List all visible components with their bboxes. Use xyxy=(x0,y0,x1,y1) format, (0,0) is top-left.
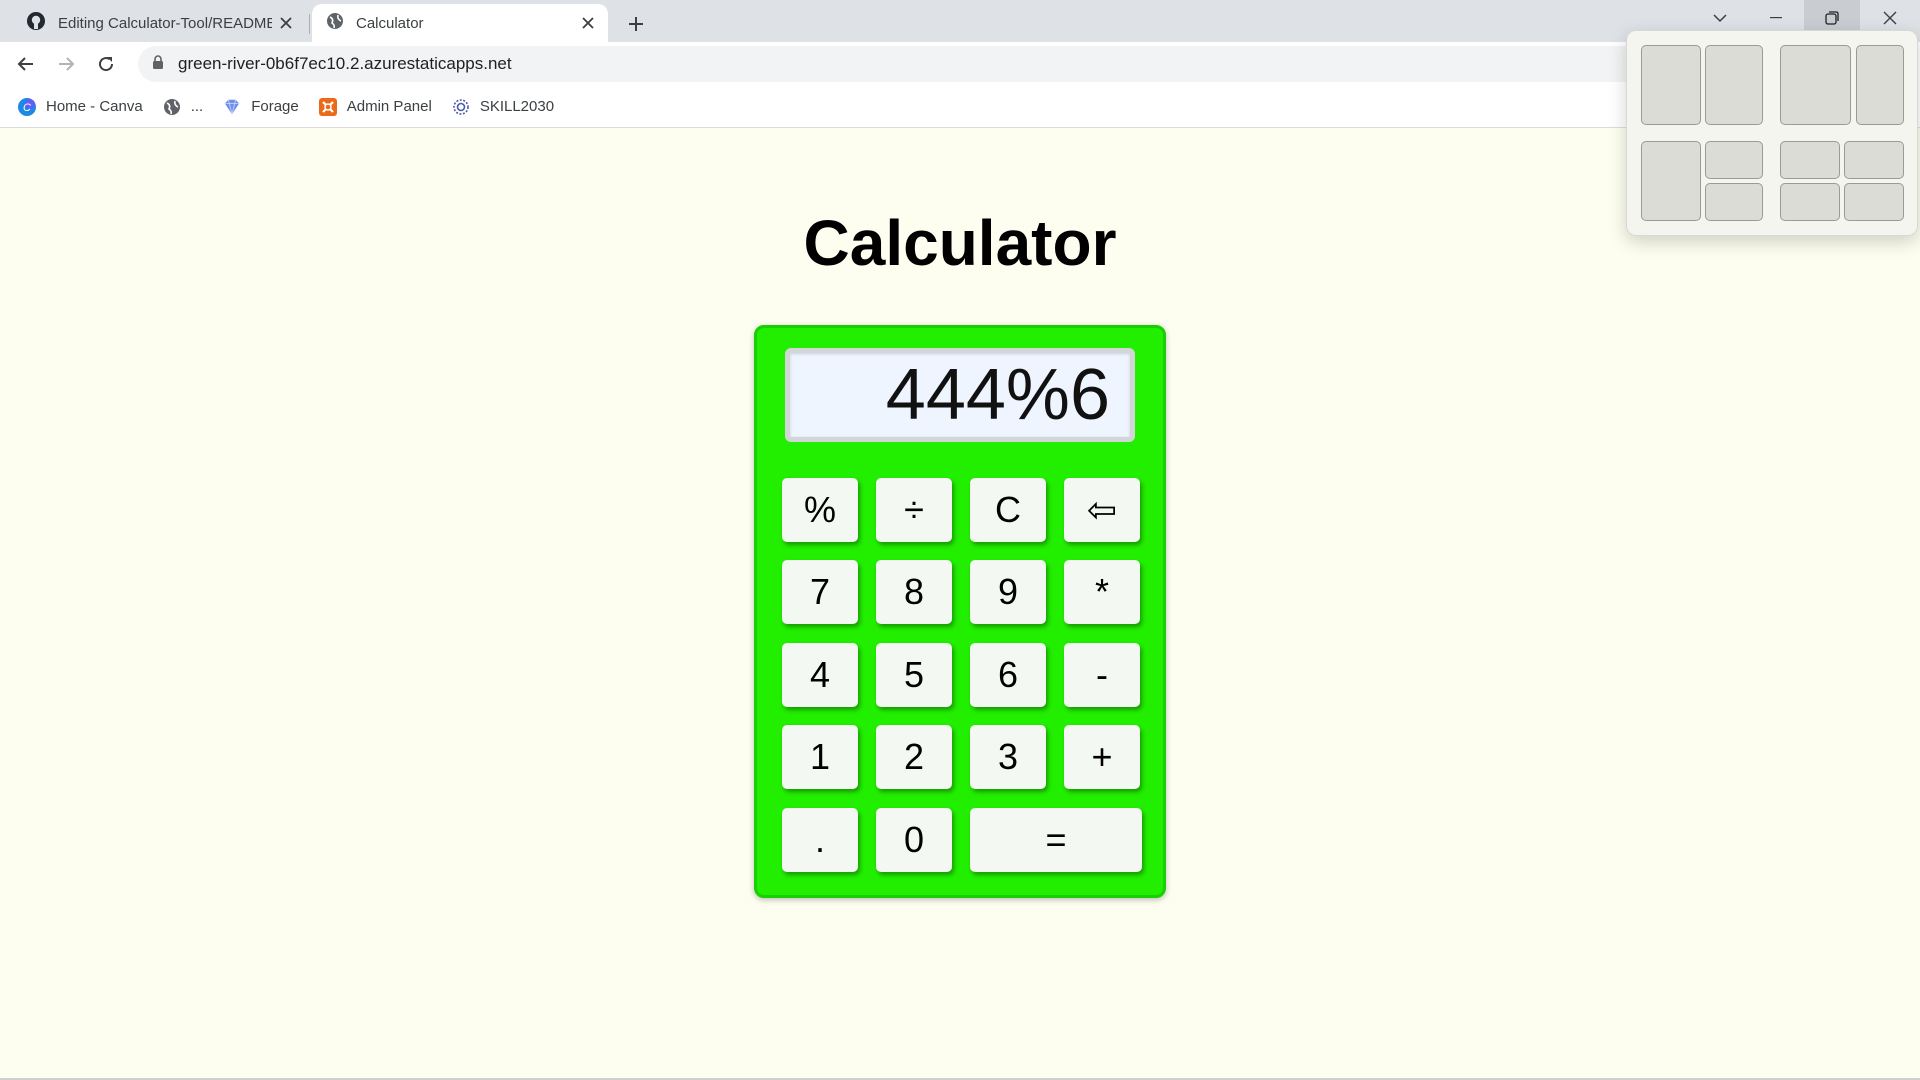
tab-calculator[interactable]: Calculator xyxy=(312,4,608,42)
multiply-button[interactable]: * xyxy=(1064,560,1140,624)
bookmark-skill2030[interactable]: SKILL2030 xyxy=(452,98,554,116)
bookmark-admin-panel[interactable]: Admin Panel xyxy=(318,97,432,116)
tab-separator xyxy=(309,14,310,34)
divide-button[interactable]: ÷ xyxy=(876,478,952,542)
svg-text:C: C xyxy=(23,102,31,114)
calculator-body: 444%6 % ÷ C ⇦ 7 8 9 * 4 5 6 - 1 2 3 + . … xyxy=(754,325,1166,898)
plus-button[interactable]: + xyxy=(1064,725,1140,789)
minus-button[interactable]: - xyxy=(1064,643,1140,707)
snap-zone-narrow-right[interactable] xyxy=(1856,45,1904,125)
snap-zone-quad-2[interactable] xyxy=(1844,141,1904,179)
canva-icon: C xyxy=(18,97,36,116)
digit-3-button[interactable]: 3 xyxy=(970,725,1046,789)
globe-icon xyxy=(326,12,344,34)
backspace-button[interactable]: ⇦ xyxy=(1064,478,1140,542)
tab-title: Editing Calculator-Tool/README.md xyxy=(58,14,272,32)
snap-zone-half-right[interactable] xyxy=(1705,45,1763,125)
tab-editing-readme[interactable]: Editing Calculator-Tool/README.md xyxy=(10,4,306,42)
digit-1-button[interactable]: 1 xyxy=(782,725,858,789)
digit-2-button[interactable]: 2 xyxy=(876,725,952,789)
close-tab-icon[interactable] xyxy=(574,9,602,37)
address-bar[interactable]: green-river-0b6f7ec10.2.azurestaticapps.… xyxy=(138,46,1858,82)
reload-button[interactable] xyxy=(90,48,122,80)
lock-icon[interactable] xyxy=(152,54,164,74)
digit-6-button[interactable]: 6 xyxy=(970,643,1046,707)
forward-button[interactable] xyxy=(50,48,82,80)
digit-7-button[interactable]: 7 xyxy=(782,560,858,624)
snap-zone-quad-1[interactable] xyxy=(1780,141,1840,179)
calculator-display: 444%6 xyxy=(785,348,1135,442)
percent-button[interactable]: % xyxy=(782,478,858,542)
close-tab-icon[interactable] xyxy=(272,9,300,37)
decimal-button[interactable]: . xyxy=(782,808,858,872)
bookmark-ellipsis[interactable]: ... xyxy=(163,98,203,116)
github-icon xyxy=(26,11,46,35)
digit-5-button[interactable]: 5 xyxy=(876,643,952,707)
digit-0-button[interactable]: 0 xyxy=(876,808,952,872)
equals-button[interactable]: = xyxy=(970,808,1142,872)
forage-icon xyxy=(223,98,241,116)
new-tab-button[interactable] xyxy=(620,8,652,40)
clear-button[interactable]: C xyxy=(970,478,1046,542)
bookmark-home-canva[interactable]: C Home - Canva xyxy=(18,97,143,116)
bookmark-forage[interactable]: Forage xyxy=(223,98,299,116)
skill2030-icon xyxy=(452,98,470,116)
digit-9-button[interactable]: 9 xyxy=(970,560,1046,624)
globe-icon xyxy=(163,98,181,116)
snap-zone-half-left[interactable] xyxy=(1641,45,1701,125)
page-title: Calculator xyxy=(803,207,1117,279)
digit-4-button[interactable]: 4 xyxy=(782,643,858,707)
url-text: green-river-0b6f7ec10.2.azurestaticapps.… xyxy=(178,54,512,73)
back-button[interactable] xyxy=(10,48,42,80)
digit-8-button[interactable]: 8 xyxy=(876,560,952,624)
snap-zone-top-right[interactable] xyxy=(1705,141,1763,179)
snap-zone-wide-left[interactable] xyxy=(1780,45,1851,125)
tab-title: Calculator xyxy=(356,14,424,32)
admin-panel-icon xyxy=(318,97,337,116)
